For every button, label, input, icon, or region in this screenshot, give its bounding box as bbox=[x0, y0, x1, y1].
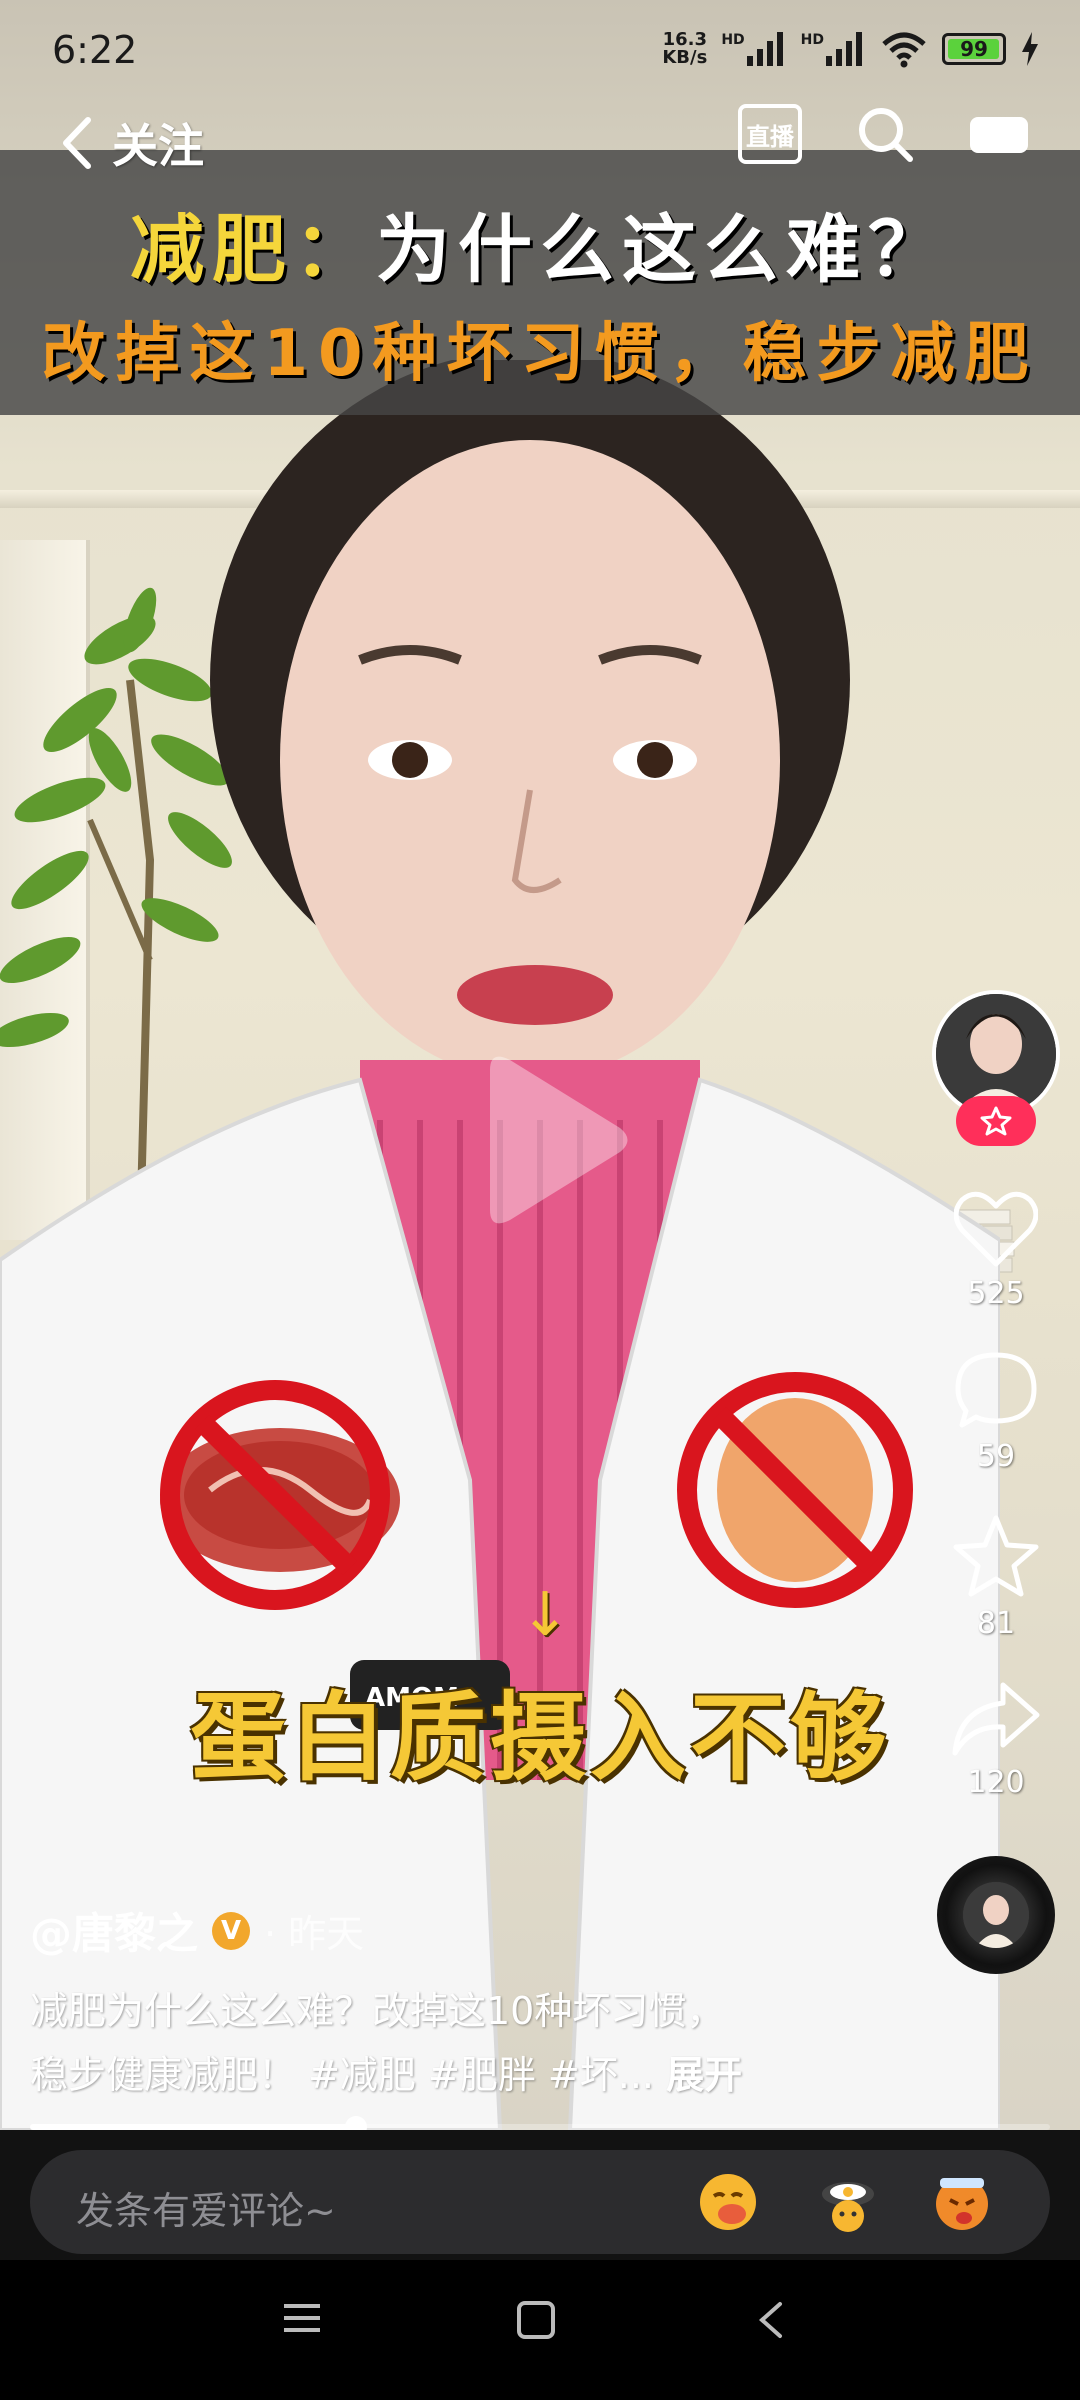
video-subtitle: 蛋白质摄入不够 bbox=[190, 1682, 890, 1794]
presenter-image: AMOM bbox=[0, 360, 1000, 2130]
comment-input[interactable]: 发条有爱评论~ bbox=[30, 2150, 1050, 2254]
status-time: 6:22 bbox=[52, 28, 138, 72]
music-disc[interactable] bbox=[937, 1856, 1055, 1974]
comment-bar: 发条有爱评论~ bbox=[0, 2130, 1080, 2260]
verified-badge-icon: V bbox=[212, 1911, 251, 1950]
top-nav-actions: 直播 bbox=[738, 104, 1030, 164]
battery-icon: 99 bbox=[942, 33, 1006, 65]
wifi-icon bbox=[882, 32, 926, 68]
no-meat-icon bbox=[160, 1380, 400, 1610]
chevron-left-icon bbox=[63, 117, 91, 169]
expand-link[interactable]: 展开 bbox=[666, 2053, 742, 2097]
author-row: @唐黎之 V · 昨天 bbox=[30, 1900, 910, 1961]
comment-bubble-icon bbox=[955, 1352, 1037, 1428]
status-bar: 6:22 16.3 KB/s HD HD 99 bbox=[0, 0, 1080, 100]
hd-label-2: HD bbox=[800, 32, 824, 48]
caption-text: 减肥为什么这么难？改掉这10种坏习惯， 稳步健康减肥！ #减肥 #肥胖 #坏..… bbox=[30, 1979, 910, 2107]
emoji-sick-icon[interactable] bbox=[930, 2170, 994, 2234]
comment-action[interactable]: 59 bbox=[926, 1351, 1066, 1474]
top-nav: 关注 直播 bbox=[0, 100, 1080, 180]
favorite-action[interactable]: 81 bbox=[926, 1514, 1066, 1641]
favorite-count: 81 bbox=[976, 1606, 1016, 1641]
back-nav-icon[interactable] bbox=[756, 2300, 786, 2340]
network-speed-unit: KB/s bbox=[662, 47, 708, 68]
home-icon[interactable] bbox=[516, 2300, 556, 2340]
like-count: 525 bbox=[967, 1276, 1025, 1311]
share-action[interactable]: 120 bbox=[926, 1681, 1066, 1800]
no-egg-icon bbox=[677, 1372, 913, 1608]
network-speed: 16.3 KB/s bbox=[662, 31, 707, 67]
comment-count: 59 bbox=[976, 1439, 1016, 1474]
star-icon bbox=[953, 1515, 1039, 1597]
music-disc-cover bbox=[963, 1882, 1029, 1948]
title-line-2: 改掉这10种坏习惯，稳步减肥 bbox=[41, 317, 1039, 391]
caption-line-2: 稳步健康减肥！ #减肥 #肥胖 #坏... bbox=[30, 2053, 654, 2097]
signal-1-icon: HD bbox=[721, 32, 786, 66]
like-action[interactable]: 525 bbox=[926, 1190, 1066, 1311]
back-button[interactable]: 关注 bbox=[58, 110, 204, 176]
caption-line-1: 减肥为什么这么难？改掉这10种坏习惯， bbox=[30, 1989, 725, 2033]
charging-icon bbox=[1022, 32, 1038, 66]
emoji-egg-pan-icon[interactable] bbox=[816, 2170, 880, 2234]
live-label: 直播 bbox=[746, 122, 794, 151]
post-description: @唐黎之 V · 昨天 减肥为什么这么难？改掉这10种坏习惯， 稳步健康减肥！ … bbox=[30, 1900, 910, 2107]
video-title-banner: 减肥：为什么这么难？ 改掉这10种坏习惯，稳步减肥 bbox=[0, 150, 1080, 415]
status-icons: 16.3 KB/s HD HD 99 bbox=[662, 30, 1040, 68]
follow-button[interactable] bbox=[956, 1096, 1036, 1146]
menu-icon[interactable] bbox=[282, 2300, 322, 2336]
back-label: 关注 bbox=[112, 119, 204, 173]
system-nav-bar bbox=[0, 2260, 1080, 2400]
subtitle-arrow: ↓ bbox=[520, 1580, 571, 1650]
search-icon[interactable] bbox=[856, 105, 914, 163]
title-accent: 减肥： bbox=[130, 207, 376, 293]
live-button[interactable]: 直播 bbox=[738, 104, 802, 164]
post-time: · 昨天 bbox=[264, 1912, 365, 1956]
play-icon[interactable] bbox=[480, 1050, 630, 1230]
video-camera-icon[interactable] bbox=[968, 111, 1030, 157]
title-line-1: 减肥：为什么这么难？ bbox=[0, 190, 1080, 297]
right-action-rail: 525 59 81 120 bbox=[926, 990, 1066, 1974]
battery-level: 99 bbox=[960, 37, 988, 61]
author-name[interactable]: @唐黎之 bbox=[30, 1900, 198, 1961]
hd-label-1: HD bbox=[721, 32, 745, 48]
emoji-shy-icon[interactable] bbox=[696, 2170, 760, 2234]
share-arrow-icon bbox=[952, 1682, 1040, 1756]
star-outline-icon bbox=[980, 1106, 1012, 1136]
share-count: 120 bbox=[967, 1765, 1025, 1800]
comment-placeholder: 发条有爱评论~ bbox=[76, 2189, 336, 2233]
signal-2-icon: HD bbox=[801, 32, 866, 66]
title-rest: 为什么这么难？ bbox=[376, 207, 950, 293]
heart-icon bbox=[954, 1191, 1038, 1267]
